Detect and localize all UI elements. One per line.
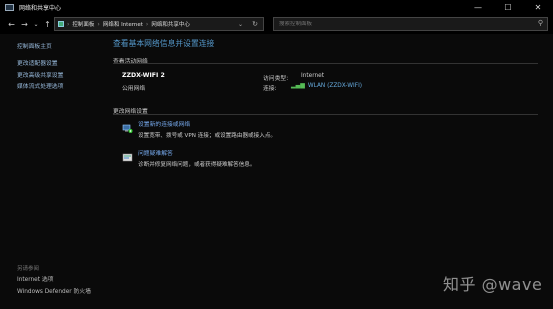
setup-connection-description: 设置宽带、拨号或 VPN 连接；或设置路由器或接入点。 — [138, 133, 277, 139]
breadcrumb-network-sharing-center[interactable]: 网络和共享中心 — [151, 20, 190, 28]
breadcrumb-separator-icon: › — [145, 20, 149, 28]
connections-label: 连接: — [263, 86, 277, 92]
navigation-bar: ← → ⌄ ↑ › 控制面板 › 网络和 Internet › 网络和共享中心 … — [0, 14, 553, 34]
content-panel: 查看基本网络信息并设置连接 查看活动网络 ZZDX-WIFI 2 公用网络 访问… — [113, 34, 543, 168]
section-divider — [113, 114, 538, 115]
minimize-button[interactable]: — — [463, 0, 493, 14]
sidebar-item-change-adapter-settings[interactable]: 更改适配器设置 — [17, 59, 107, 71]
recent-locations-chevron-icon[interactable]: ⌄ — [32, 17, 40, 31]
maximize-button[interactable]: ☐ — [493, 0, 523, 14]
control-panel-icon — [58, 21, 64, 27]
wifi-signal-icon: ▂▄▆ — [291, 82, 305, 89]
search-input[interactable] — [274, 21, 524, 27]
network-name: ZZDX-WIFI 2 — [122, 72, 165, 79]
setup-connection-link[interactable]: 设置新的连接或网络 — [138, 119, 276, 128]
up-arrow-icon[interactable]: ↑ — [42, 17, 53, 31]
see-also-label: 另请参阅 — [17, 266, 40, 272]
title-bar: 网络和共享中心 — ☐ ✕ — [0, 0, 553, 14]
window-title: 网络和共享中心 — [19, 4, 62, 12]
see-also-windows-defender-firewall[interactable]: Windows Defender 防火墙 — [17, 287, 91, 299]
page-title: 查看基本网络信息并设置连接 — [113, 39, 215, 48]
main-area: 控制面板主页 更改适配器设置 更改高级共享设置 媒体流式处理选项 另请参阅 In… — [0, 34, 553, 309]
wlan-connection-label: WLAN (ZZDX-WIFI) — [307, 82, 363, 89]
window-controls: — ☐ ✕ — [463, 0, 553, 14]
network-setup-icon — [122, 119, 133, 133]
breadcrumb-network-internet[interactable]: 网络和 Internet — [103, 20, 143, 28]
see-also-list: Internet 选项 Windows Defender 防火墙 — [17, 275, 91, 298]
address-bar[interactable]: › 控制面板 › 网络和 Internet › 网络和共享中心 ⌄ ↻ — [54, 17, 264, 31]
close-button[interactable]: ✕ — [523, 0, 553, 14]
breadcrumb-separator-icon: › — [97, 20, 100, 28]
breadcrumb-control-panel[interactable]: 控制面板 — [72, 20, 94, 28]
sidebar-item-media-streaming[interactable]: 媒体流式处理选项 — [17, 82, 107, 94]
see-also-internet-options[interactable]: Internet 选项 — [17, 275, 91, 287]
watermark-text: 知乎 @wave — [443, 275, 543, 294]
address-dropdown-icon[interactable]: ⌄ — [238, 21, 243, 28]
breadcrumb-separator-icon: › — [67, 20, 70, 28]
search-icon[interactable]: ⚲ — [538, 19, 543, 27]
troubleshoot-icon — [122, 148, 133, 162]
access-type-label: 访问类型: — [263, 76, 289, 82]
search-box[interactable]: ⚲ — [273, 17, 548, 31]
network-category: 公用网络 — [122, 86, 146, 92]
back-arrow-icon[interactable]: ← — [6, 17, 17, 31]
access-type-value: Internet — [301, 73, 325, 79]
sidebar-item-change-advanced-sharing[interactable]: 更改高级共享设置 — [17, 71, 107, 83]
section-divider — [113, 63, 538, 64]
sidebar: 控制面板主页 更改适配器设置 更改高级共享设置 媒体流式处理选项 另请参阅 In… — [17, 34, 107, 309]
troubleshoot-description: 诊断并修复网络问题，或者获得疑难解答信息。 — [138, 162, 256, 168]
sidebar-item-control-panel-home[interactable]: 控制面板主页 — [17, 42, 107, 54]
network-center-icon — [5, 3, 14, 11]
troubleshoot-link[interactable]: 问题疑难解答 — [138, 148, 255, 157]
task-setup-connection: 设置新的连接或网络 设置宽带、拨号或 VPN 连接；或设置路由器或接入点。 — [122, 119, 276, 139]
forward-arrow-icon[interactable]: → — [19, 17, 30, 31]
refresh-icon[interactable]: ↻ — [252, 20, 258, 28]
task-troubleshoot: 问题疑难解答 诊断并修复网络问题，或者获得疑难解答信息。 — [122, 148, 255, 168]
wlan-connection-link[interactable]: ▂▄▆ WLAN (ZZDX-WIFI) — [291, 82, 362, 89]
